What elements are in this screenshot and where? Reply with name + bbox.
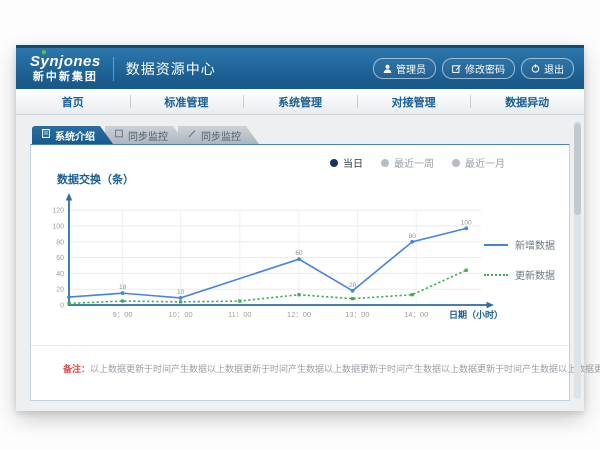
footnote-prefix: 备注：	[63, 364, 90, 374]
svg-text:120: 120	[52, 208, 64, 215]
main-nav: 首页 标准管理 系统管理 对接管理 数据异动	[16, 89, 584, 115]
legend-item-update-data: 更新数据	[484, 267, 555, 282]
tab-bar: 系统介绍 同步监控 同步监控	[32, 126, 570, 144]
svg-text:20: 20	[56, 287, 64, 294]
company-logo: Synjones 新中新集团	[30, 54, 113, 83]
content-area: 系统介绍 同步监控 同步监控	[16, 115, 584, 408]
tab-label: 同步监控	[201, 128, 241, 143]
system-intro-panel: 当日 最近一周 最近一月 数据交换（条） 0 20 40 60 80 100 120 9：00…	[30, 144, 570, 401]
svg-text:20: 20	[349, 282, 357, 289]
pencil-icon	[188, 129, 196, 141]
period-radio-group: 当日 最近一周 最近一月	[330, 155, 505, 170]
footnote-text: 以上数据更新于时间产生数据以上数据更新于时间产生数据以上数据更新于时间产生数据以…	[90, 364, 600, 374]
footnote: 备注：以上数据更新于时间产生数据以上数据更新于时间产生数据以上数据更新于时间产生…	[31, 345, 569, 375]
change-password-button[interactable]: 修改密码	[442, 58, 515, 79]
radio-dot	[330, 159, 338, 167]
svg-text:12：00: 12：00	[287, 310, 311, 319]
svg-text:9：00: 9：00	[113, 310, 133, 319]
svg-text:80: 80	[56, 239, 64, 246]
admin-user-label: 管理员	[396, 61, 426, 76]
logo-text-en: Synjones	[30, 54, 101, 69]
svg-text:13：00: 13：00	[345, 310, 369, 319]
logout-button[interactable]: 退出	[521, 58, 574, 79]
header-actions: 管理员 修改密码 退出	[373, 58, 574, 79]
logout-label: 退出	[544, 61, 564, 76]
document-icon	[42, 129, 50, 141]
exchange-line-chart: 0 20 40 60 80 100 120 9：00 10：00 11：00 12：00 13：00 1…	[43, 189, 505, 325]
nav-item-system-mgmt[interactable]: 系统管理	[243, 89, 357, 114]
power-icon	[531, 64, 540, 73]
admin-user-button[interactable]: 管理员	[373, 58, 436, 79]
nav-item-data-change[interactable]: 数据异动	[470, 89, 584, 114]
svg-text:11：00: 11：00	[228, 310, 252, 319]
svg-text:80: 80	[409, 233, 417, 240]
tab-sync-monitor-1[interactable]: 同步监控	[105, 126, 186, 144]
svg-text:40: 40	[56, 271, 64, 278]
tab-system-intro[interactable]: 系统介绍	[32, 126, 113, 144]
svg-text:60: 60	[295, 250, 303, 257]
svg-text:10: 10	[177, 289, 185, 296]
legend-item-new-data: 新增数据	[484, 237, 555, 252]
app-title: 数据资源中心	[126, 59, 216, 79]
monitor-icon	[115, 129, 123, 141]
svg-text:日期（小时）: 日期（小时）	[449, 309, 503, 320]
header-bar: Synjones 新中新集团 数据资源中心 管理员 修改密码	[16, 45, 584, 89]
radio-dot	[381, 159, 389, 167]
change-password-label: 修改密码	[465, 61, 505, 76]
tab-label: 同步监控	[128, 128, 168, 143]
nav-item-standard-mgmt[interactable]: 标准管理	[130, 89, 244, 114]
user-icon	[383, 64, 392, 73]
chart-legend: 新增数据 更新数据	[484, 237, 555, 282]
svg-text:18: 18	[119, 284, 127, 291]
radio-last-month[interactable]: 最近一月	[452, 155, 505, 170]
nav-item-docking-mgmt[interactable]: 对接管理	[357, 89, 471, 114]
green-dotted-line-sample	[484, 274, 508, 276]
blue-line-sample	[484, 244, 508, 246]
radio-last-week[interactable]: 最近一周	[381, 155, 434, 170]
svg-text:60: 60	[56, 255, 64, 262]
page: Synjones 新中新集团 数据资源中心 管理员 修改密码	[0, 0, 600, 450]
app-window: Synjones 新中新集团 数据资源中心 管理员 修改密码	[16, 45, 584, 411]
scrollbar-thumb[interactable]	[574, 123, 581, 215]
tab-sync-monitor-2[interactable]: 同步监控	[178, 126, 259, 144]
chart-container: 0 20 40 60 80 100 120 9：00 10：00 11：00 12：00 13：00 1…	[43, 189, 505, 330]
edit-icon	[452, 64, 461, 73]
tab-label: 系统介绍	[55, 128, 95, 143]
logo-text-cn: 新中新集团	[33, 72, 98, 83]
header-divider	[113, 57, 114, 81]
svg-text:0: 0	[60, 303, 64, 310]
svg-text:100: 100	[52, 224, 64, 231]
chart-title: 数据交换（条）	[57, 171, 134, 187]
svg-text:14：00: 14：00	[404, 310, 428, 319]
radio-dot	[452, 159, 460, 167]
content-scrollbar[interactable]	[574, 121, 581, 399]
svg-text:100: 100	[461, 219, 472, 226]
nav-item-home[interactable]: 首页	[16, 89, 130, 114]
svg-text:10：00: 10：00	[169, 310, 193, 319]
radio-today[interactable]: 当日	[330, 155, 363, 170]
